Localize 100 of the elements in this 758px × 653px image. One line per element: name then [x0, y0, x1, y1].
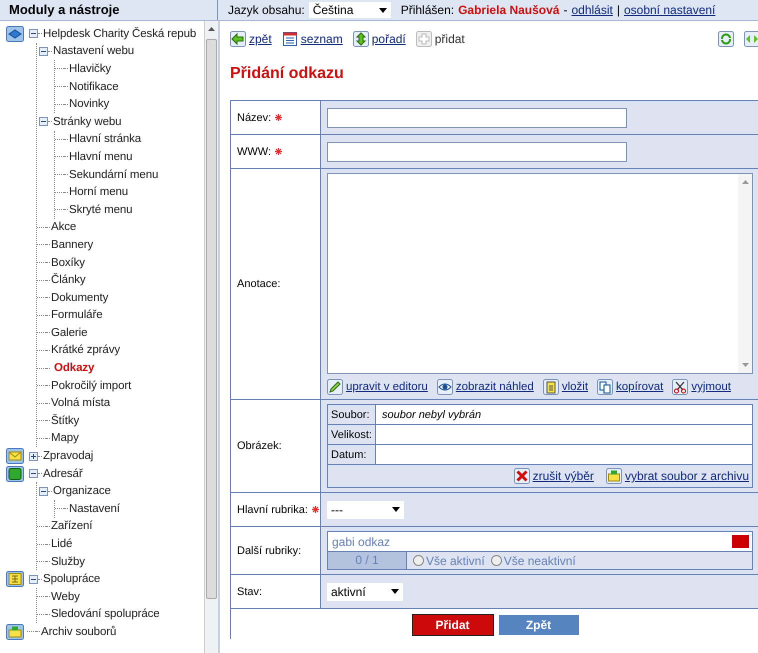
user-name: Gabriela Naušová	[458, 3, 560, 17]
counter: 0 / 1	[328, 552, 407, 569]
action-link[interactable]: upravit v editoru	[346, 381, 428, 393]
tree-item[interactable]: Bannery	[50, 238, 94, 251]
tree-item[interactable]: Stránky webu	[52, 116, 122, 128]
language-label: Jazyk obsahu:	[228, 3, 305, 17]
separator: |	[616, 3, 620, 17]
tree-item[interactable]: Sledování spolupráce	[50, 608, 160, 620]
table-cell: Datum:	[328, 444, 376, 464]
cross-icon	[514, 468, 530, 484]
dropdown[interactable]: aktivní	[327, 582, 403, 600]
table-cell: Soubor:	[328, 405, 376, 424]
archive-icon	[606, 468, 622, 484]
tree-item[interactable]: Zpravodaj	[42, 450, 94, 462]
caret-icon	[391, 589, 399, 594]
separator: -	[563, 3, 568, 17]
action-link[interactable]: zrušit výběr	[532, 469, 594, 483]
submit-button[interactable]: Přidat	[412, 615, 492, 635]
scroll-thumb[interactable]	[206, 39, 217, 599]
copy-icon	[597, 379, 614, 395]
cylinder-icon	[6, 466, 24, 482]
tree-item[interactable]: Galerie	[50, 326, 88, 339]
tree-item[interactable]: Lidé	[50, 538, 72, 550]
settings-link[interactable]: osobní nastavení	[624, 3, 716, 17]
tree-item[interactable]: Články	[50, 274, 86, 286]
toolbar-link[interactable]: seznam	[282, 31, 343, 47]
logged-label: Přihlášen:	[400, 3, 454, 17]
scrollbar[interactable]	[204, 21, 218, 653]
sidebar-title: Moduly a nástroje	[0, 0, 218, 20]
chart-icon	[6, 571, 24, 588]
tree-item[interactable]: Weby	[50, 590, 80, 603]
dropdown[interactable]: ---	[327, 500, 404, 518]
collapse-icon[interactable]	[29, 29, 38, 38]
action-link[interactable]: kopírovat	[616, 381, 664, 393]
collapse-icon[interactable]	[39, 117, 48, 126]
pencil-icon	[327, 379, 343, 395]
tree-item[interactable]: Sekundární menu	[68, 168, 158, 181]
list-icon	[282, 31, 298, 47]
action-link[interactable]: vyjmout	[691, 381, 731, 393]
collapse-icon[interactable]	[29, 574, 38, 584]
toolbar-link[interactable]: zpět	[230, 31, 272, 47]
refresh-icon[interactable]	[718, 31, 734, 47]
logout-link[interactable]: odhlásit	[571, 3, 613, 17]
page-title: Přidání odkazu	[230, 65, 345, 83]
scroll-down-icon[interactable]	[742, 363, 748, 367]
tree-item[interactable]: Spolupráce	[42, 573, 100, 586]
action-link[interactable]: vložit	[562, 381, 588, 393]
tree-item[interactable]: Nastavení webu	[52, 45, 134, 58]
tree-item[interactable]: Adresář	[42, 468, 83, 480]
tree-item[interactable]: Mapy	[50, 432, 79, 444]
tree-item[interactable]: Horní menu	[68, 186, 128, 198]
tree-item[interactable]: Krátké zprávy	[50, 344, 120, 356]
left-right-arrow-icon[interactable]	[744, 31, 758, 47]
tree-item[interactable]: Nastavení	[68, 502, 120, 515]
tree-item[interactable]: Archiv souborů	[40, 626, 116, 638]
archive-icon	[6, 624, 24, 640]
collapse-icon[interactable]	[39, 486, 48, 496]
back-button[interactable]: Zpět	[498, 615, 578, 635]
tree-item[interactable]: Služby	[50, 556, 85, 568]
plus-icon	[416, 31, 432, 47]
field-label: WWW:	[237, 146, 272, 158]
field-label: Stav:	[237, 586, 262, 598]
action-link[interactable]: vybrat soubor z archivu	[624, 469, 749, 483]
tree-item[interactable]: Formuláře	[50, 309, 103, 322]
tree-item[interactable]: Organizace	[52, 485, 111, 498]
tree-item[interactable]: Pokročilý import	[50, 380, 132, 392]
tree-item[interactable]: Akce	[50, 221, 76, 234]
tree-item[interactable]: Notifikace	[68, 80, 118, 93]
table-cell: Velikost:	[328, 424, 376, 444]
radio-button[interactable]	[490, 555, 502, 566]
scroll-up-icon[interactable]	[208, 27, 215, 31]
toolbar-link[interactable]: pořadí	[352, 31, 406, 47]
field-label: Název:	[237, 112, 272, 124]
language-select[interactable]: Čeština	[308, 2, 391, 18]
caret-icon	[378, 8, 387, 12]
tree-item[interactable]: Zařízení	[50, 520, 92, 532]
expand-icon[interactable]	[29, 452, 38, 461]
scissors-icon	[672, 379, 688, 395]
field-label: Anotace:	[237, 278, 280, 290]
tree-item[interactable]: Štítky	[50, 414, 80, 427]
tree-item[interactable]: Dokumenty	[50, 292, 108, 304]
category-item[interactable]: gabi odkaz	[332, 534, 390, 548]
tree-item[interactable]: Novinky	[68, 98, 110, 110]
collapse-icon[interactable]	[39, 46, 48, 56]
tree-item[interactable]: Hlavní menu	[68, 150, 132, 163]
collapse-icon[interactable]	[29, 469, 38, 478]
eye-icon	[436, 379, 453, 395]
tree-item[interactable]: Boxíky	[50, 256, 85, 269]
text-field[interactable]	[327, 108, 627, 128]
tree-item[interactable]: Helpdesk Charity Česká repub	[42, 28, 196, 40]
radio-button[interactable]	[413, 555, 424, 566]
up-down-arrow-icon	[352, 31, 369, 47]
scrollbar[interactable]	[738, 174, 752, 373]
tree-item[interactable]: Volná místa	[50, 397, 110, 410]
tree-item[interactable]: Hlavičky	[68, 62, 112, 75]
tree-item[interactable]: Hlavní stránka	[68, 133, 142, 146]
action-link[interactable]: zobrazit náhled	[456, 381, 534, 393]
tree-item[interactable]: Skryté menu	[68, 204, 132, 216]
cube-icon	[6, 26, 24, 42]
text-field[interactable]	[327, 142, 627, 162]
